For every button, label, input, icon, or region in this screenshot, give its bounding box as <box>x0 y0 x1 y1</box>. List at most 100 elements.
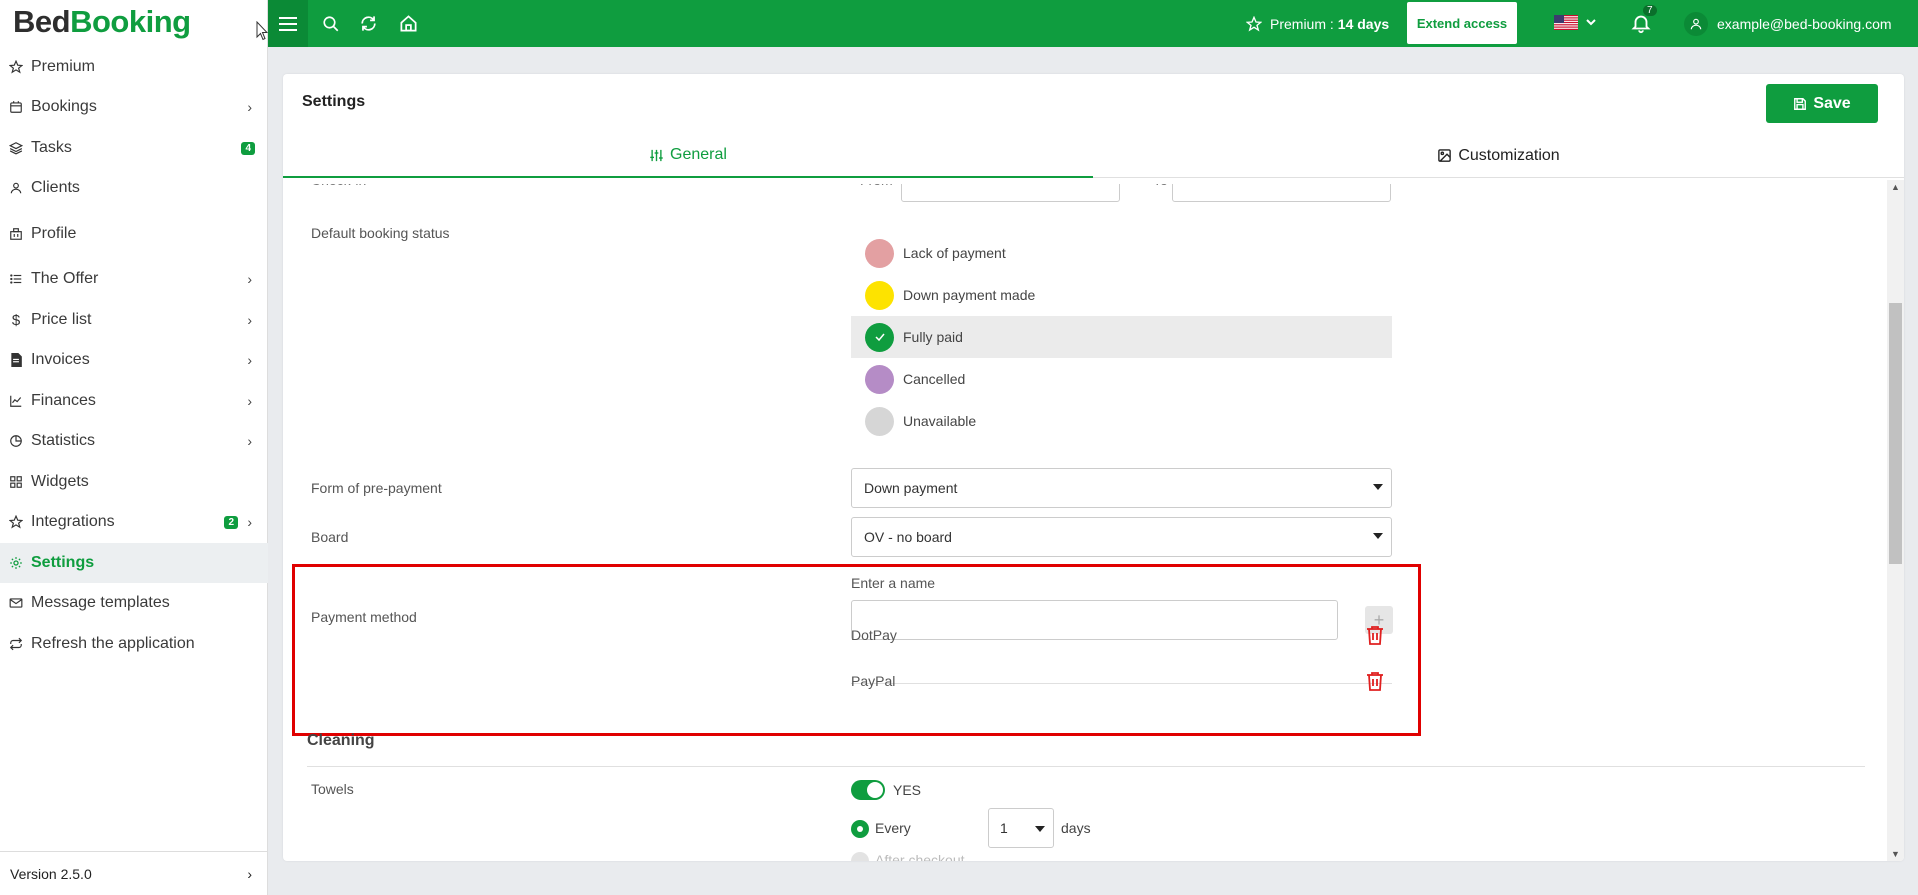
premium-days: 14 days <box>1337 15 1390 32</box>
user-icon <box>1690 18 1702 29</box>
app-logo[interactable]: BedBooking <box>13 4 191 40</box>
sidebar-item-premium[interactable]: Premium <box>0 47 268 87</box>
sidebar-item-integrations[interactable]: Integrations 2 › <box>0 502 268 542</box>
after-checkout-radio[interactable] <box>851 852 869 861</box>
status-option-label: Unavailable <box>903 413 977 429</box>
tab-label: General <box>670 146 727 163</box>
sidebar-item-bookings[interactable]: Bookings › <box>0 87 268 127</box>
mail-icon <box>8 595 24 611</box>
sidebar-item-price-list[interactable]: $ Price list › <box>0 300 268 340</box>
status-color-dot <box>865 406 894 436</box>
hamburger-icon <box>279 16 297 31</box>
sidebar-item-the-offer[interactable]: The Offer › <box>0 259 268 299</box>
user-email: example@bed-booking.com <box>1717 15 1892 32</box>
user-menu[interactable]: example@bed-booking.com <box>1684 0 1892 47</box>
sidebar-item-label: Statistics <box>31 432 96 449</box>
count-badge: 2 <box>224 515 238 529</box>
days-select[interactable]: 1 <box>988 808 1054 848</box>
refresh-button[interactable] <box>349 0 387 47</box>
sidebar-item-widgets[interactable]: Widgets <box>0 462 268 502</box>
status-option-fully-paid[interactable]: Fully paid <box>851 316 1392 358</box>
chevron-right-icon: › <box>247 312 252 328</box>
search-button[interactable] <box>312 0 350 47</box>
premium-status[interactable]: Premium : 14 days <box>1246 0 1389 47</box>
sidebar-item-label: Settings <box>31 554 95 571</box>
sidebar-item-profile[interactable]: Profile <box>0 214 268 254</box>
status-option-label: Down payment made <box>903 287 1036 303</box>
building-icon <box>8 226 24 242</box>
prepayment-select[interactable]: Down payment <box>851 468 1392 508</box>
home-icon <box>400 15 416 32</box>
image-icon <box>1438 149 1452 162</box>
scrollbar[interactable]: ▲ ▼ <box>1887 180 1904 861</box>
sidebar-item-clients[interactable]: Clients <box>0 168 268 208</box>
invoice-icon <box>8 352 24 368</box>
status-option-cancelled[interactable]: Cancelled <box>851 358 1392 400</box>
every-radio[interactable] <box>851 820 869 838</box>
board-select[interactable]: OV - no board <box>851 517 1392 557</box>
sidebar-item-finances[interactable]: Finances › <box>0 381 268 421</box>
settings-panel: Settings Save General Customization Chec… <box>283 74 1904 861</box>
scroll-down-arrow-icon[interactable]: ▼ <box>1891 849 1900 859</box>
chevron-down-icon[interactable] <box>1585 13 1597 33</box>
star-icon <box>8 514 24 530</box>
sidebar-item-tasks[interactable]: Tasks 4 <box>0 128 268 168</box>
grid-icon <box>8 474 24 490</box>
notification-count-badge: 7 <box>1643 5 1657 16</box>
chevron-right-icon: › <box>247 352 252 368</box>
sidebar: BedBooking Premium Bookings › Tasks 4 Cl… <box>0 0 268 895</box>
sidebar-item-label: Profile <box>31 225 77 242</box>
extend-access-button[interactable]: Extend access <box>1407 2 1517 44</box>
tab-general[interactable]: General <box>283 134 1093 178</box>
list-icon <box>8 271 24 287</box>
sidebar-item-label: Widgets <box>31 473 89 490</box>
version-label: Version 2.5.0 <box>10 865 92 882</box>
scrollbar-thumb[interactable] <box>1889 303 1902 564</box>
sidebar-item-invoices[interactable]: Invoices › <box>0 340 268 380</box>
status-option-lack-of-payment[interactable]: Lack of payment <box>851 232 1392 274</box>
status-option-label: Lack of payment <box>903 245 1006 261</box>
tab-label: Customization <box>1458 146 1560 164</box>
trash-icon[interactable] <box>1366 671 1384 691</box>
home-button[interactable] <box>389 0 427 47</box>
status-color-dot <box>865 322 894 352</box>
settings-tabs: General Customization <box>283 134 1904 180</box>
page-title: Settings <box>302 93 366 110</box>
sidebar-item-settings[interactable]: Settings <box>0 543 268 583</box>
floppy-disk-icon <box>1794 97 1807 110</box>
payment-method-row: DotPay <box>851 612 1392 658</box>
status-color-dot <box>865 238 894 268</box>
user-icon <box>8 180 24 196</box>
chevron-right-icon: › <box>247 514 252 530</box>
trash-icon[interactable] <box>1366 625 1384 645</box>
scroll-up-arrow-icon[interactable]: ▲ <box>1891 182 1900 192</box>
version-bar[interactable]: Version 2.5.0 › <box>0 851 268 895</box>
sidebar-item-label: Invoices <box>31 351 90 368</box>
days-label: days <box>1061 820 1091 836</box>
sidebar-item-statistics[interactable]: Statistics › <box>0 421 268 461</box>
hamburger-menu-button[interactable] <box>268 0 308 47</box>
sidebar-item-label: Price list <box>31 311 92 328</box>
status-option-unavailable[interactable]: Unavailable <box>851 400 1392 442</box>
payment-method-name: PayPal <box>851 673 896 689</box>
save-button[interactable]: Save <box>1766 84 1878 123</box>
top-bar: Premium : 14 days Extend access 7 exampl… <box>268 0 1918 47</box>
payment-method-label: Payment method <box>311 609 417 625</box>
default-status-label: Default booking status <box>311 225 450 241</box>
dollar-icon: $ <box>11 311 21 329</box>
status-color-dot <box>865 364 894 394</box>
mouse-cursor-icon <box>256 21 268 41</box>
sidebar-item-message-templates[interactable]: Message templates <box>0 583 268 623</box>
us-flag-icon[interactable] <box>1554 15 1578 30</box>
chevron-right-icon: › <box>247 271 252 287</box>
avatar <box>1684 11 1708 36</box>
search-icon <box>323 15 339 31</box>
towels-toggle[interactable] <box>851 780 885 800</box>
layers-icon <box>8 140 24 156</box>
status-color-dot <box>865 280 894 310</box>
tab-customization[interactable]: Customization <box>1093 134 1904 178</box>
select-value: 1 <box>1000 820 1008 836</box>
status-option-down-payment[interactable]: Down payment made <box>851 274 1392 316</box>
caret-down-icon <box>1035 826 1045 832</box>
sidebar-item-refresh[interactable]: Refresh the application <box>0 624 268 664</box>
